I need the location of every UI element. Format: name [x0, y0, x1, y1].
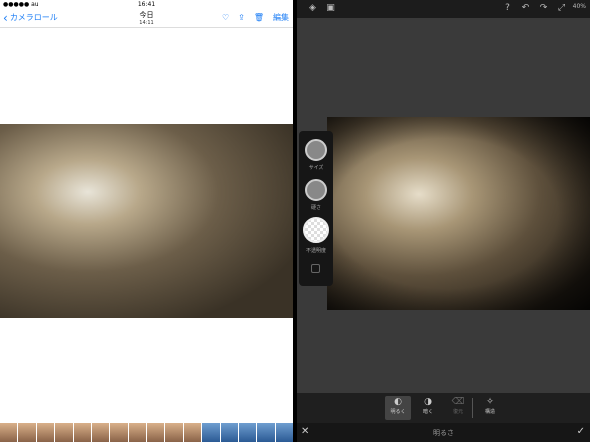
darken-icon: ◑ — [424, 397, 432, 407]
darken-label: 暗く — [422, 409, 433, 415]
help-icon[interactable]: ? — [502, 3, 513, 14]
opacity-label: 不透明度 — [305, 248, 326, 254]
thumbnail[interactable] — [202, 423, 220, 442]
status-time: 16:41 — [137, 1, 156, 8]
layers-icon[interactable]: ◈ — [307, 3, 318, 14]
nav-actions: ♡ ⇪ 🗑 編集 — [222, 12, 289, 23]
thumbnail[interactable] — [36, 423, 55, 442]
trash-icon[interactable]: 🗑 — [254, 13, 264, 22]
thumbnail[interactable] — [238, 423, 257, 442]
photos-pane: ●●●●● au 16:41 ‹ カメラロール 今日 14:11 ♡ ⇪ 🗑 編… — [0, 0, 293, 442]
thumbnail[interactable] — [257, 423, 275, 442]
heart-icon[interactable]: ♡ — [222, 13, 229, 22]
brighten-icon: ◐ — [394, 397, 402, 407]
opacity-control[interactable] — [303, 217, 329, 243]
structure-icon: ✧ — [486, 397, 494, 407]
restore-icon: ⌫ — [451, 397, 465, 407]
size-control[interactable] — [305, 139, 327, 161]
thumbnail[interactable] — [220, 423, 238, 442]
thumbnail[interactable] — [55, 423, 73, 442]
share-icon[interactable]: ⇪ — [238, 13, 245, 22]
edit-canvas[interactable] — [327, 117, 590, 310]
editor-pane: ◈ ▣ ? ↶ ↷ ⤢ 40% サイズ 硬さ 不透明度 ◐ 明るく ◑ 暗く ⌫… — [297, 0, 590, 442]
vignette-effect — [327, 117, 590, 310]
editor-top-bar: ◈ ▣ ? ↶ ↷ ⤢ 40% — [297, 0, 590, 18]
check-icon[interactable]: ✓ — [577, 426, 585, 437]
redo-icon[interactable]: ↷ — [538, 3, 549, 14]
brush-settings-panel: サイズ 硬さ 不透明度 — [299, 131, 333, 286]
thumbnail[interactable] — [275, 423, 293, 442]
structure-tool[interactable]: ✧ 構造 — [477, 396, 503, 420]
brush-preview-icon[interactable] — [311, 264, 320, 273]
thumbnail[interactable] — [0, 423, 18, 442]
darken-tool[interactable]: ◑ 暗く — [415, 396, 441, 420]
nav-bar: ‹ カメラロール 今日 14:11 ♡ ⇪ 🗑 編集 — [0, 10, 293, 28]
tool-bar: ◐ 明るく ◑ 暗く ⌫ 復元 ✧ 構造 — [297, 393, 590, 423]
hardness-label: 硬さ — [310, 205, 321, 211]
restore-label: 復元 — [452, 409, 463, 415]
bottom-title: 明るさ — [433, 429, 454, 437]
expand-icon[interactable]: ⤢ — [556, 3, 567, 14]
split-view: ●●●●● au 16:41 ‹ カメラロール 今日 14:11 ♡ ⇪ 🗑 編… — [0, 0, 590, 442]
structure-label: 構造 — [484, 409, 495, 415]
thumbnail[interactable] — [147, 423, 165, 442]
undo-icon[interactable]: ↶ — [520, 3, 531, 14]
thumbnail[interactable] — [73, 423, 91, 442]
thumbnail[interactable] — [18, 423, 36, 442]
tool-separator — [472, 398, 473, 418]
hardness-control[interactable] — [305, 179, 327, 201]
size-label: サイズ — [308, 165, 324, 171]
thumbnail[interactable] — [110, 423, 128, 442]
thumbnail[interactable] — [165, 423, 183, 442]
photo-view[interactable] — [0, 124, 293, 318]
status-bar: ●●●●● au 16:41 — [0, 0, 293, 10]
thumbnail[interactable] — [91, 423, 110, 442]
thumbnail[interactable] — [183, 423, 202, 442]
brighten-label: 明るく — [390, 409, 406, 415]
bottom-bar: ✕ 明るさ ✓ — [297, 423, 590, 442]
filmstrip[interactable] — [0, 423, 293, 442]
edit-button[interactable]: 編集 — [273, 12, 289, 23]
nav-title-date: 今日 — [139, 11, 154, 19]
battery-label: 40% — [572, 3, 586, 10]
restore-tool[interactable]: ⌫ 復元 — [445, 396, 471, 420]
thumbnail[interactable] — [128, 423, 146, 442]
brighten-tool[interactable]: ◐ 明るく — [385, 396, 411, 420]
image-icon[interactable]: ▣ — [325, 3, 336, 14]
